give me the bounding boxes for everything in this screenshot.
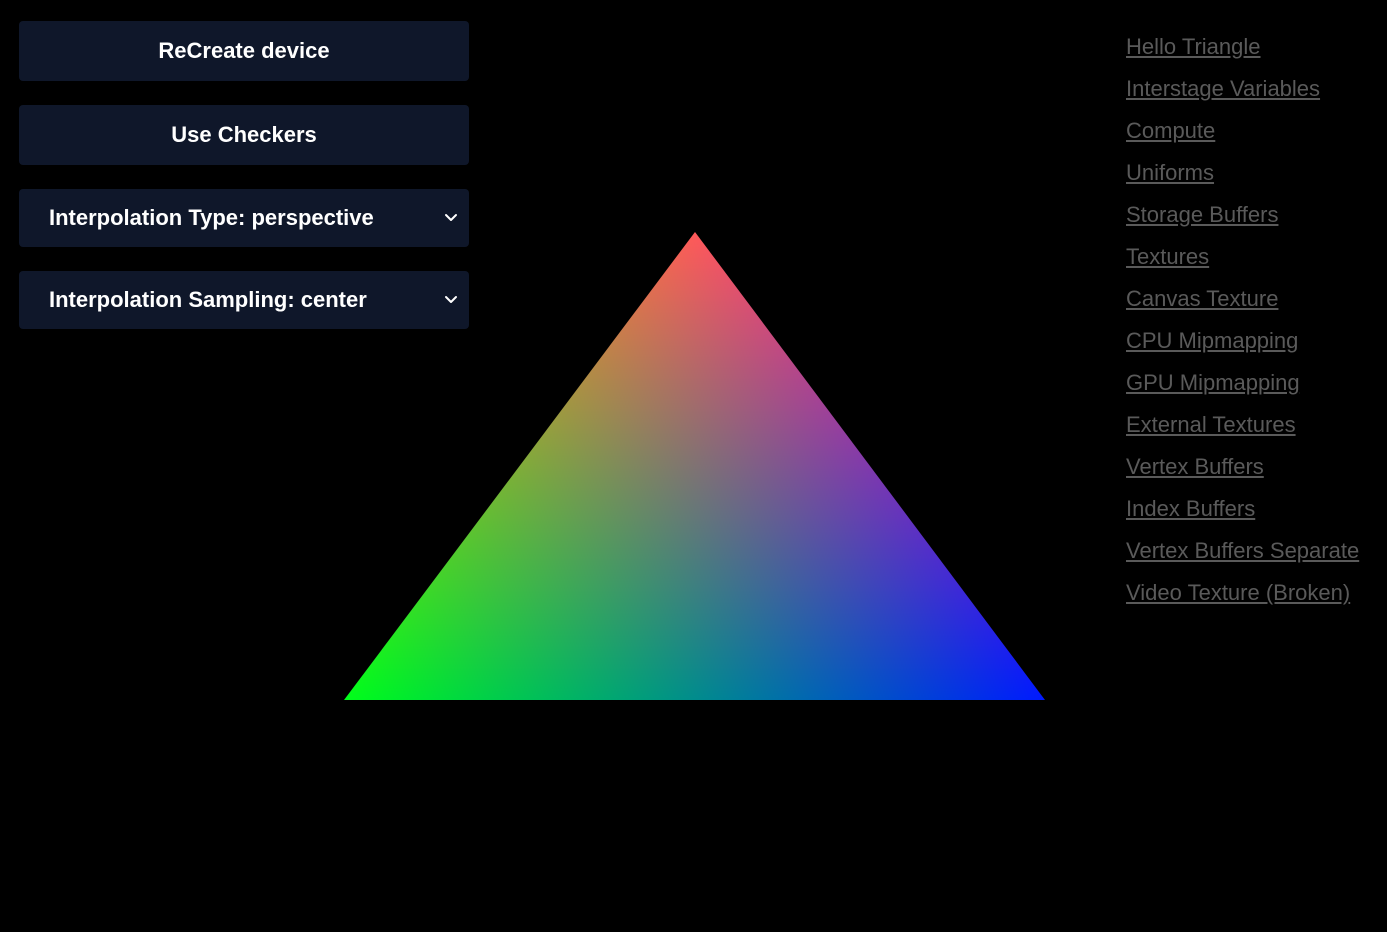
nav-link-index-buffers[interactable]: Index Buffers bbox=[1126, 488, 1359, 530]
nav-link-canvas-texture[interactable]: Canvas Texture bbox=[1126, 278, 1359, 320]
chevron-down-icon bbox=[445, 296, 457, 303]
nav-link-interstage-variables[interactable]: Interstage Variables bbox=[1126, 68, 1359, 110]
nav-link-textures[interactable]: Textures bbox=[1126, 236, 1359, 278]
use-checkers-button[interactable]: Use Checkers bbox=[19, 105, 469, 165]
recreate-device-button[interactable]: ReCreate device bbox=[19, 21, 469, 81]
sample-nav: Hello Triangle Interstage Variables Comp… bbox=[1126, 26, 1359, 614]
nav-link-external-textures[interactable]: External Textures bbox=[1126, 404, 1359, 446]
nav-link-cpu-mipmapping[interactable]: CPU Mipmapping bbox=[1126, 320, 1359, 362]
nav-link-uniforms[interactable]: Uniforms bbox=[1126, 152, 1359, 194]
controls-panel: ReCreate device Use Checkers Interpolati… bbox=[19, 21, 469, 329]
nav-link-gpu-mipmapping[interactable]: GPU Mipmapping bbox=[1126, 362, 1359, 404]
nav-link-video-texture[interactable]: Video Texture (Broken) bbox=[1126, 572, 1359, 614]
nav-link-vertex-buffers[interactable]: Vertex Buffers bbox=[1126, 446, 1359, 488]
interpolation-type-label: Interpolation Type: perspective bbox=[49, 205, 374, 230]
nav-link-storage-buffers[interactable]: Storage Buffers bbox=[1126, 194, 1359, 236]
nav-link-compute[interactable]: Compute bbox=[1126, 110, 1359, 152]
interpolation-sampling-label: Interpolation Sampling: center bbox=[49, 287, 367, 312]
nav-link-vertex-buffers-separate[interactable]: Vertex Buffers Separate bbox=[1126, 530, 1359, 572]
interpolation-sampling-select[interactable]: Interpolation Sampling: center bbox=[19, 271, 469, 329]
chevron-down-icon bbox=[445, 214, 457, 221]
nav-link-hello-triangle[interactable]: Hello Triangle bbox=[1126, 26, 1359, 68]
interpolation-type-select[interactable]: Interpolation Type: perspective bbox=[19, 189, 469, 247]
